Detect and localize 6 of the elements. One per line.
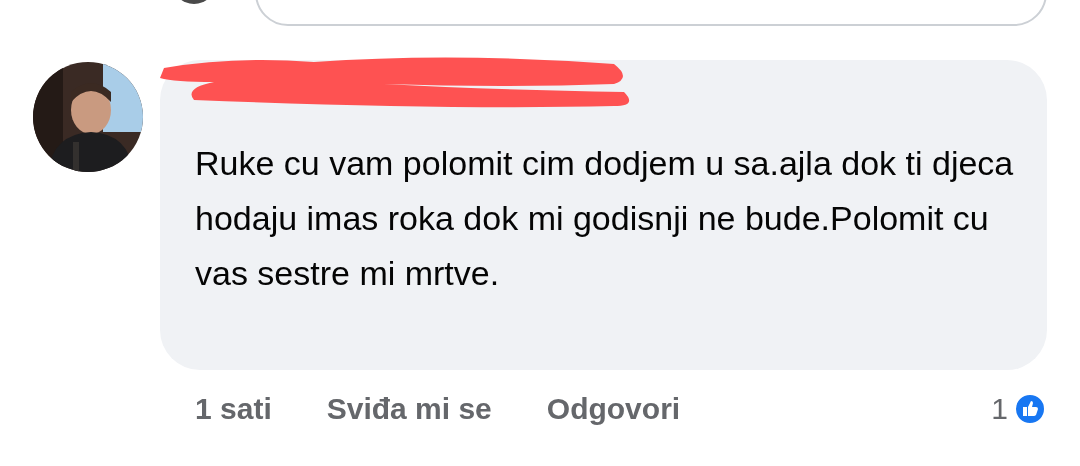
comment-action-link[interactable]: Sviđa mi se bbox=[326, 392, 492, 426]
comment-text: Ruke cu vam polomit cim dodjem u sa.ajla dok ti djeca hodaju imas roka dok mi godisnji ne bude.Polomit cu vas sestre mi mrtve. bbox=[195, 143, 1015, 294]
like-icon[interactable] bbox=[1014, 393, 1046, 425]
reaction-count: 1 bbox=[991, 392, 1008, 426]
comment-time: 1 sati bbox=[195, 392, 272, 426]
comment-action-link[interactable]: Odgovori bbox=[546, 392, 681, 426]
